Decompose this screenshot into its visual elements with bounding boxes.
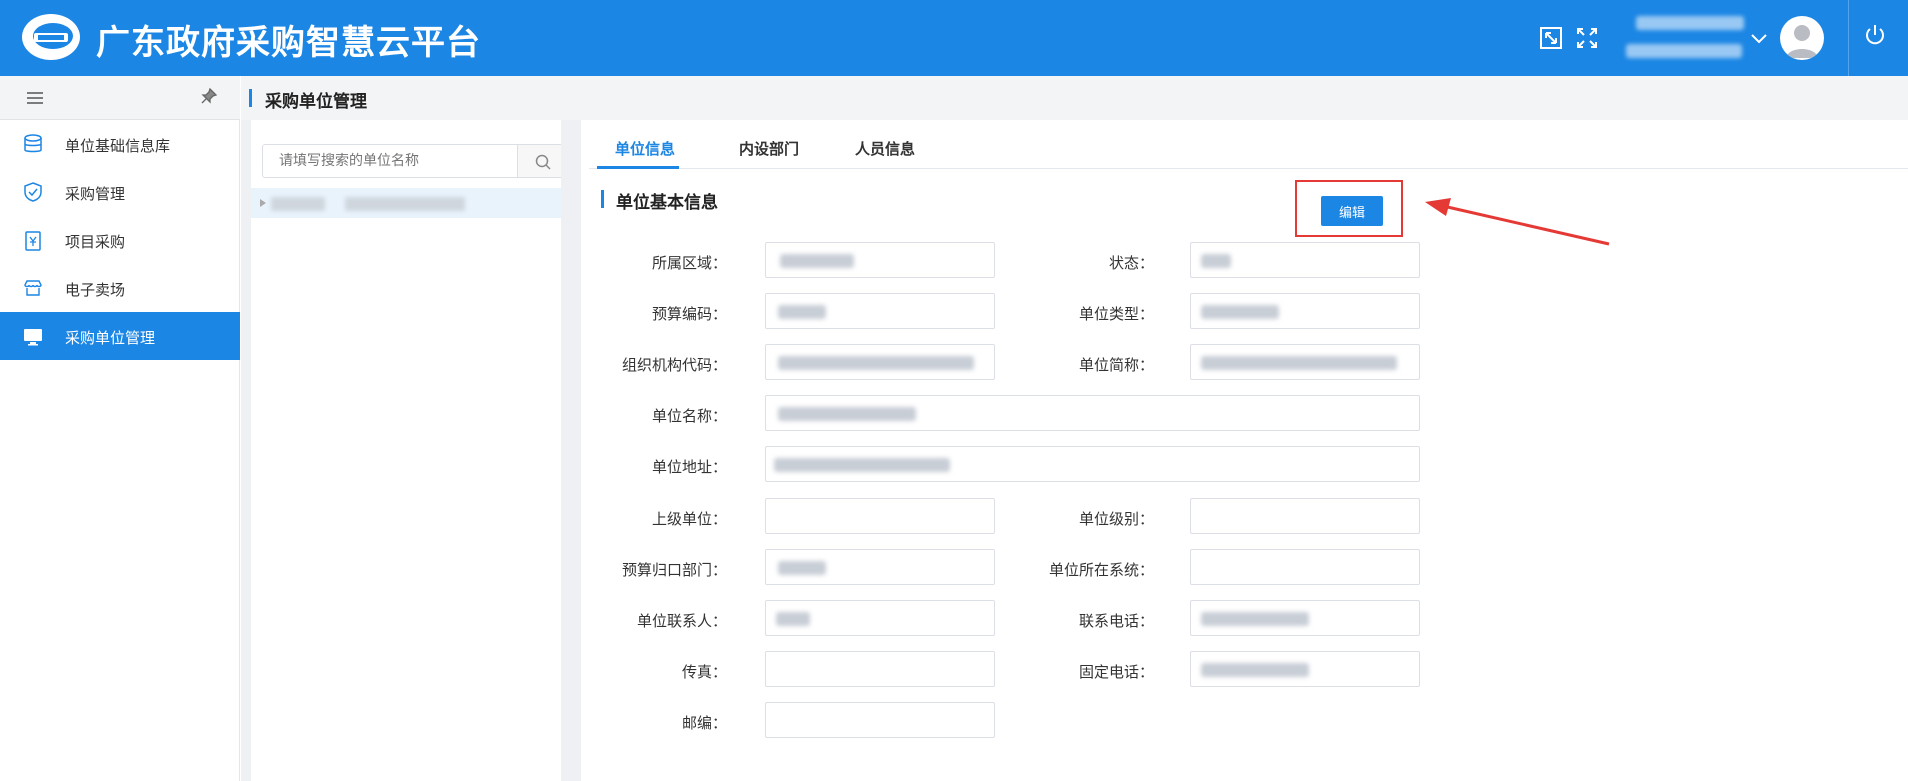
unit-name-label: 单位名称： bbox=[651, 407, 727, 425]
clipboard-yen-icon bbox=[25, 231, 41, 251]
region-label: 所属区域： bbox=[651, 254, 727, 272]
shield-icon bbox=[24, 182, 42, 202]
sidebar-item-label: 项目采购 bbox=[65, 233, 126, 251]
username-redacted bbox=[1636, 16, 1744, 30]
redacted-value bbox=[778, 356, 974, 370]
redacted-value bbox=[1201, 305, 1279, 319]
budget-code-label: 预算编码： bbox=[651, 305, 727, 323]
parent-unit-label: 上级单位： bbox=[651, 510, 727, 528]
app-title: 广东政府采购智慧云平台 bbox=[96, 23, 481, 63]
redacted-value bbox=[774, 458, 950, 472]
landline-label: 固定电话： bbox=[1078, 663, 1154, 681]
database-icon bbox=[24, 134, 42, 153]
redacted-value bbox=[1201, 663, 1309, 677]
main-content: 单位信息 内设部门 人员信息 单位基本信息 编辑 所属区域： 状态： 预算编码：… bbox=[581, 120, 1908, 781]
sidebar-toolbar bbox=[0, 76, 240, 120]
contact-field[interactable] bbox=[765, 600, 995, 636]
tab-unit-info[interactable]: 单位信息 bbox=[615, 138, 675, 159]
tree-node-root[interactable] bbox=[251, 188, 574, 218]
tab-bar: 单位信息 内设部门 人员信息 bbox=[589, 120, 1908, 169]
annotation-arrow bbox=[1425, 198, 1610, 246]
contact-label: 单位联系人： bbox=[636, 612, 727, 630]
short-name-label: 单位简称： bbox=[1078, 356, 1154, 374]
platform-logo bbox=[22, 14, 80, 60]
redacted-value bbox=[1201, 254, 1231, 268]
status-field[interactable] bbox=[1190, 242, 1420, 278]
section-title: 单位基本信息 bbox=[616, 193, 718, 213]
status-label: 状态： bbox=[1108, 254, 1154, 272]
budget-code-field[interactable] bbox=[765, 293, 995, 329]
postcode-field[interactable] bbox=[765, 702, 995, 738]
store-icon bbox=[24, 280, 42, 296]
tree-node-label-redacted bbox=[271, 197, 325, 211]
redacted-value bbox=[776, 612, 810, 626]
avatar[interactable] bbox=[1780, 16, 1824, 60]
chevron-down-icon[interactable] bbox=[1748, 27, 1770, 49]
fax-field[interactable] bbox=[765, 651, 995, 687]
address-label: 单位地址： bbox=[651, 458, 727, 476]
search-icon bbox=[535, 154, 551, 170]
redacted-value bbox=[778, 305, 826, 319]
redacted-value bbox=[780, 254, 854, 268]
region-field[interactable] bbox=[765, 242, 995, 278]
parent-unit-field[interactable] bbox=[765, 498, 995, 534]
unit-level-label: 单位级别： bbox=[1078, 510, 1154, 528]
section-marker bbox=[601, 190, 604, 208]
phone-label: 联系电话： bbox=[1078, 612, 1154, 630]
power-icon[interactable] bbox=[1862, 22, 1888, 48]
redacted-value bbox=[1201, 356, 1397, 370]
sidebar-item-procurement-management[interactable]: 采购管理 bbox=[0, 168, 240, 216]
menu-icon[interactable] bbox=[26, 89, 44, 107]
sidebar: 单位基础信息库 采购管理 项目采购 电子卖场 采购单位管理 bbox=[0, 76, 240, 781]
sidebar-item-purchasing-unit-management[interactable]: 采购单位管理 bbox=[0, 312, 240, 360]
redacted-value bbox=[1201, 612, 1309, 626]
org-code-label: 组织机构代码： bbox=[621, 356, 727, 374]
sidebar-item-label: 采购单位管理 bbox=[65, 329, 156, 347]
unit-search-input[interactable] bbox=[262, 144, 518, 178]
landline-field[interactable] bbox=[1190, 651, 1420, 687]
postcode-label: 邮编： bbox=[681, 714, 727, 732]
breadcrumb: 采购单位管理 bbox=[241, 76, 1908, 120]
fax-label: 传真： bbox=[681, 663, 727, 681]
annotation-highlight-box bbox=[1295, 180, 1403, 237]
unit-system-field[interactable] bbox=[1190, 549, 1420, 585]
unit-tree-panel bbox=[251, 120, 574, 781]
tree-node-label-redacted bbox=[345, 197, 465, 211]
page-title: 采购单位管理 bbox=[265, 92, 367, 112]
unit-type-field[interactable] bbox=[1190, 293, 1420, 329]
sidebar-item-label: 电子卖场 bbox=[65, 281, 126, 299]
unit-level-field[interactable] bbox=[1190, 498, 1420, 534]
active-tab-indicator bbox=[597, 166, 679, 169]
breadcrumb-marker bbox=[249, 89, 252, 107]
header-divider bbox=[1848, 0, 1849, 76]
sidebar-item-project-procurement[interactable]: 项目采购 bbox=[0, 216, 240, 264]
monitor-icon bbox=[24, 329, 42, 346]
search-button[interactable] bbox=[517, 144, 567, 178]
caret-right-icon[interactable] bbox=[259, 198, 267, 208]
org-code-field[interactable] bbox=[765, 344, 995, 380]
unit-type-label: 单位类型： bbox=[1078, 305, 1154, 323]
external-window-icon[interactable] bbox=[1538, 25, 1564, 51]
unit-system-label: 单位所在系统： bbox=[1048, 561, 1154, 579]
avatar-icon bbox=[1786, 25, 1818, 58]
budget-dept-label: 预算归口部门： bbox=[621, 561, 727, 579]
sidebar-item-unit-info-library[interactable]: 单位基础信息库 bbox=[0, 120, 240, 168]
userrole-redacted bbox=[1626, 44, 1742, 58]
sidebar-gutter bbox=[241, 120, 251, 781]
budget-dept-field[interactable] bbox=[765, 549, 995, 585]
sidebar-item-label: 采购管理 bbox=[65, 185, 126, 203]
address-field[interactable] bbox=[765, 446, 1420, 482]
unit-name-field[interactable] bbox=[765, 395, 1420, 431]
sidebar-item-e-mall[interactable]: 电子卖场 bbox=[0, 264, 240, 312]
phone-field[interactable] bbox=[1190, 600, 1420, 636]
tab-personnel-info[interactable]: 人员信息 bbox=[855, 138, 915, 159]
redacted-value bbox=[778, 407, 916, 421]
redacted-value bbox=[778, 561, 826, 575]
sidebar-item-label: 单位基础信息库 bbox=[65, 137, 171, 155]
tab-internal-departments[interactable]: 内设部门 bbox=[739, 138, 799, 159]
top-header: 广东政府采购智慧云平台 bbox=[0, 0, 1908, 76]
pin-icon[interactable] bbox=[200, 87, 218, 105]
short-name-field[interactable] bbox=[1190, 344, 1420, 380]
fullscreen-icon[interactable] bbox=[1574, 25, 1600, 51]
